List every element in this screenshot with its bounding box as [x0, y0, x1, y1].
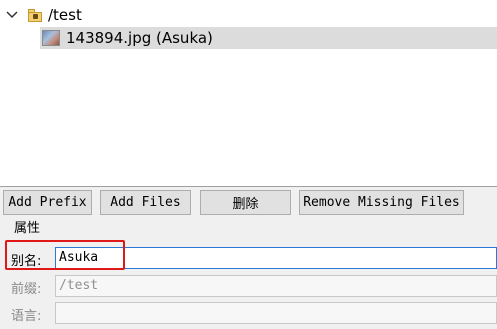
file-tree[interactable]: /test 143894.jpg (Asuka) [0, 0, 497, 186]
tree-root-label: /test [48, 6, 82, 24]
resource-editor-window: /test 143894.jpg (Asuka) Add Prefix Add … [0, 0, 497, 329]
tree-node-root[interactable]: /test [0, 4, 497, 26]
alias-input[interactable]: Asuka [55, 247, 497, 269]
language-input[interactable] [55, 302, 497, 324]
language-row: 语言: [0, 302, 497, 324]
add-files-button[interactable]: Add Files [100, 190, 191, 215]
chevron-down-icon[interactable] [0, 4, 24, 26]
remove-missing-files-button[interactable]: Remove Missing Files [299, 190, 464, 215]
add-prefix-button[interactable]: Add Prefix [3, 190, 92, 215]
alias-row: 别名: Asuka [0, 247, 497, 269]
prefix-input[interactable]: /test [55, 275, 497, 297]
prefix-row: 前缀: /test [0, 275, 497, 297]
image-thumbnail-icon [42, 30, 60, 46]
language-label: 语言: [11, 309, 42, 324]
locked-folder-icon [28, 8, 42, 22]
alias-label: 别名: [11, 254, 42, 269]
panel-divider[interactable] [0, 186, 497, 187]
tree-node-file[interactable]: 143894.jpg (Asuka) [40, 27, 497, 49]
tree-file-label: 143894.jpg (Asuka) [66, 29, 213, 47]
delete-button[interactable]: 删除 [200, 190, 291, 215]
properties-group-title: 属性 [14, 221, 41, 236]
prefix-label: 前缀: [11, 282, 42, 297]
